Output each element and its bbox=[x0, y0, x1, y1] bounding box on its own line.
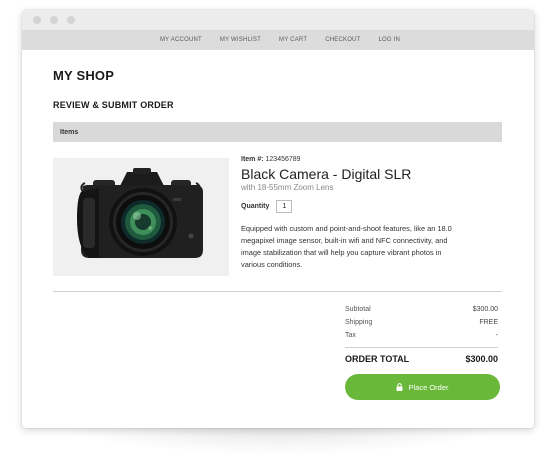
place-order-label: Place Order bbox=[408, 382, 449, 392]
order-totals: Subtotal $300.00 Shipping FREE Tax - ORD… bbox=[345, 303, 500, 400]
nav-my-cart[interactable]: MY CART bbox=[279, 37, 307, 43]
maximize-dot-icon[interactable] bbox=[67, 16, 75, 24]
section-divider bbox=[53, 291, 502, 292]
shipping-row: Shipping FREE bbox=[345, 316, 498, 329]
tax-value: - bbox=[495, 332, 498, 339]
order-total-value: $300.00 bbox=[465, 354, 498, 364]
item-number-label: Item #: bbox=[241, 156, 264, 163]
minimize-dot-icon[interactable] bbox=[50, 16, 58, 24]
shipping-value: FREE bbox=[479, 319, 498, 326]
product-info: Item #: 123456789 Black Camera - Digital… bbox=[241, 156, 461, 271]
tax-row: Tax - bbox=[345, 329, 498, 342]
shop-title: MY SHOP bbox=[53, 68, 115, 83]
order-total-label: ORDER TOTAL bbox=[345, 354, 410, 364]
item-number-line: Item #: 123456789 bbox=[241, 156, 461, 163]
section-title: REVIEW & SUBMIT ORDER bbox=[53, 100, 174, 110]
product-image[interactable] bbox=[53, 158, 229, 276]
quantity-input[interactable]: 1 bbox=[276, 200, 293, 213]
subtotal-label: Subtotal bbox=[345, 306, 371, 313]
tax-label: Tax bbox=[345, 332, 356, 339]
lock-icon bbox=[396, 383, 403, 391]
subtotal-row: Subtotal $300.00 bbox=[345, 303, 498, 316]
place-order-button[interactable]: Place Order bbox=[345, 374, 500, 400]
nav-my-account[interactable]: MY ACCOUNT bbox=[160, 37, 202, 43]
subtotal-value: $300.00 bbox=[472, 306, 498, 313]
item-number: 123456789 bbox=[265, 156, 301, 163]
product-name[interactable]: Black Camera - Digital SLR bbox=[241, 166, 461, 182]
shipping-label: Shipping bbox=[345, 319, 373, 326]
nav-checkout[interactable]: CHECKOUT bbox=[325, 37, 360, 43]
quantity-label: Quantity bbox=[241, 203, 270, 210]
close-dot-icon[interactable] bbox=[33, 16, 41, 24]
product-subtitle: with 18-55mm Zoom Lens bbox=[241, 183, 334, 192]
totals-divider bbox=[345, 347, 498, 348]
items-header-label: Items bbox=[60, 128, 79, 136]
order-total-row: ORDER TOTAL $300.00 bbox=[345, 354, 498, 364]
nav-my-wishlist[interactable]: MY WISHLIST bbox=[220, 37, 261, 43]
camera-icon bbox=[77, 168, 203, 258]
browser-window: MY ACCOUNT MY WISHLIST MY CART CHECKOUT … bbox=[22, 10, 534, 428]
top-nav: MY ACCOUNT MY WISHLIST MY CART CHECKOUT … bbox=[22, 30, 534, 50]
quantity-row: Quantity 1 bbox=[241, 200, 461, 213]
product-description: Equipped with custom and point-and-shoot… bbox=[241, 224, 452, 269]
nav-log-in[interactable]: LOG IN bbox=[378, 37, 400, 43]
titlebar bbox=[22, 10, 534, 30]
items-header: Items bbox=[53, 122, 502, 142]
